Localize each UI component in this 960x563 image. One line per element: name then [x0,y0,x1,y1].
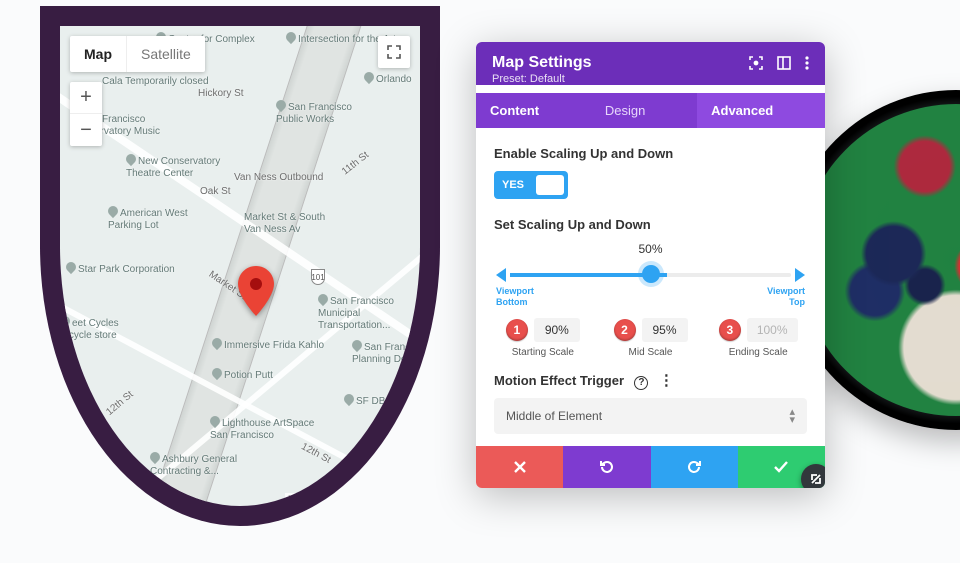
map-type-map[interactable]: Map [70,36,127,72]
panel-title: Map Settings [492,54,592,72]
zoom-in-button[interactable]: + [70,82,102,114]
starting-scale-input[interactable]: 90% [534,318,580,342]
slider-mid-handle[interactable] [642,265,660,283]
zoom-out-button[interactable]: − [70,114,102,146]
help-icon[interactable]: ? [634,376,648,390]
viewport-slider[interactable] [494,260,807,290]
zoom-control: + − [70,82,102,146]
redo-button[interactable] [651,446,738,488]
slider-end-handle[interactable] [795,268,805,282]
set-scaling-label: Set Scaling Up and Down [494,217,807,232]
keyboard-shortcuts[interactable]: Keyboard shortcuts [285,493,360,504]
enable-scaling-toggle[interactable]: YES [494,171,568,199]
route-shield-icon: 101 [311,269,325,285]
motion-trigger-select[interactable]: Middle of Element ▴▾ [494,398,807,434]
slider-start-handle[interactable] [496,268,506,282]
panel-layout-icon[interactable] [777,56,791,70]
annotation-3-icon: 3 [719,319,741,341]
scan-icon[interactable] [749,56,763,70]
slider-center-value: 50% [494,242,807,256]
settings-tabs: Content Design Advanced [476,93,825,128]
select-caret-icon: ▴▾ [789,408,795,424]
kebab-icon[interactable] [805,56,809,70]
ending-scale-label: Ending Scale [709,347,807,358]
enable-scaling-label: Enable Scaling Up and Down [494,146,807,161]
annotation-1-icon: 1 [506,319,528,341]
tab-advanced[interactable]: Advanced [697,93,825,128]
mid-scale-label: Mid Scale [602,347,700,358]
resize-handle-icon[interactable] [801,464,825,488]
preset-label[interactable]: Preset: Default [492,73,809,85]
panel-footer [476,446,825,488]
map-type-satellite[interactable]: Satellite [127,36,205,72]
tab-design[interactable]: Design [591,93,697,128]
mid-scale-input[interactable]: 95% [642,318,688,342]
map-module: Center for Complex Intersection for the … [40,6,440,526]
map-settings-panel: Map Settings Preset: Default Content Des… [476,42,825,488]
options-icon[interactable]: ⋮ [659,376,673,386]
map-marker-icon[interactable] [238,266,274,321]
tab-content[interactable]: Content [476,93,591,128]
map-type-control[interactable]: Map Satellite [70,36,205,72]
map-data-attr: Map data © [359,493,406,504]
cancel-button[interactable] [476,446,563,488]
google-map[interactable]: Center for Complex Intersection for the … [60,26,420,506]
starting-scale-label: Starting Scale [494,347,592,358]
undo-button[interactable] [563,446,650,488]
fullscreen-icon[interactable] [378,36,410,68]
motion-trigger-label: Motion Effect Trigger [494,373,624,388]
ending-scale-input[interactable]: 100% [747,318,798,342]
annotation-2-icon: 2 [614,319,636,341]
